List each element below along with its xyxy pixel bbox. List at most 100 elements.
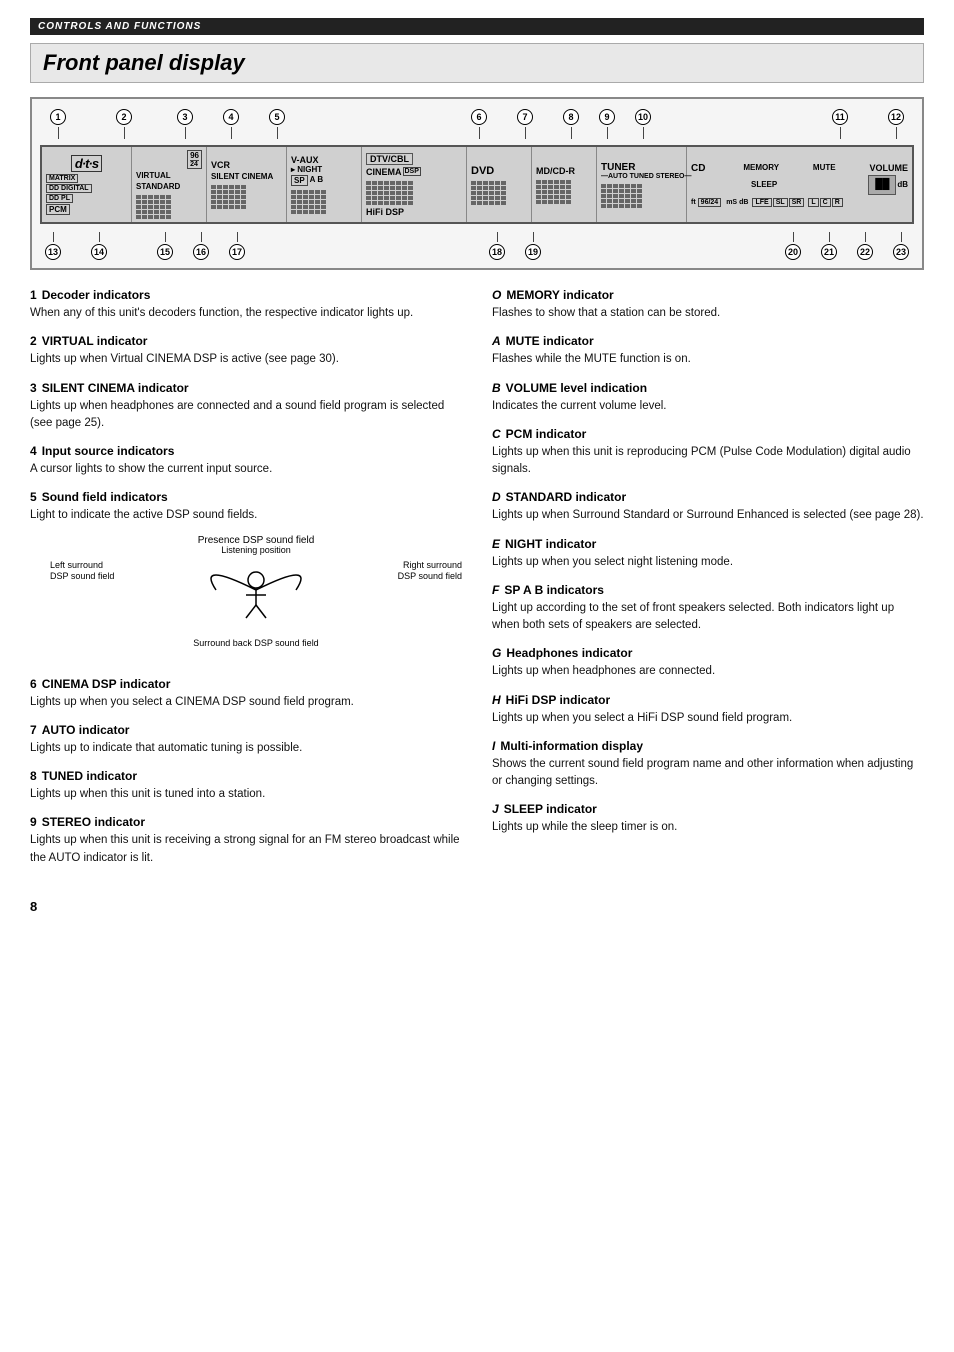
section-I: I Multi-information display Shows the cu… (492, 739, 924, 791)
section-E: E NIGHT indicator Lights up when you sel… (492, 537, 924, 571)
section-G-heading: Headphones indicator (506, 646, 632, 660)
callout-11: 11 (832, 109, 848, 125)
top-bar-label: CONTROLS AND FUNCTIONS (38, 21, 201, 32)
page-number-area: 8 (30, 899, 924, 914)
section-7-text: Lights up to indicate that automatic tun… (30, 740, 462, 757)
section-6-heading: CINEMA DSP indicator (42, 677, 171, 691)
callout-4: 4 (223, 109, 239, 125)
callout-22: 22 (857, 244, 873, 260)
section-O-text: Flashes to show that a station can be st… (492, 305, 924, 322)
callout-14: 14 (91, 244, 107, 260)
section-C-heading: PCM indicator (506, 427, 587, 441)
section-D: D STANDARD indicator Lights up when Surr… (492, 490, 924, 524)
callout-1: 1 (50, 109, 66, 125)
section-5: 5 Sound field indicators Light to indica… (30, 490, 462, 664)
left-column: 1 Decoder indicators When any of this un… (30, 288, 462, 879)
section-5-text: Light to indicate the active DSP sound f… (30, 507, 462, 524)
section-7-heading: AUTO indicator (42, 723, 130, 737)
section-1-heading: Decoder indicators (42, 288, 151, 302)
listening-label: Listening position (221, 545, 291, 555)
section-4: 4 Input source indicators A cursor light… (30, 444, 462, 478)
section-F-heading: SP A B indicators (504, 583, 604, 597)
callout-23: 23 (893, 244, 909, 260)
section-I-text: Shows the current sound field program na… (492, 756, 924, 791)
lcd-panel: d·t·s MATRIX DD DIGITAL DD PL PCM (40, 145, 914, 224)
callout-9: 9 (599, 109, 615, 125)
callout-17: 17 (229, 244, 245, 260)
section-F-text: Light up according to the set of front s… (492, 600, 924, 635)
callout-16: 16 (193, 244, 209, 260)
section-2-text: Lights up when Virtual CINEMA DSP is act… (30, 351, 462, 368)
dsp-diagram: Presence DSP sound field (50, 535, 462, 665)
callout-20: 20 (785, 244, 801, 260)
callout-10: 10 (635, 109, 651, 125)
callout-8: 8 (563, 109, 579, 125)
section-1: 1 Decoder indicators When any of this un… (30, 288, 462, 322)
section-3-heading: SILENT CINEMA indicator (42, 381, 189, 395)
description-columns: 1 Decoder indicators When any of this un… (30, 288, 924, 879)
section-3-text: Lights up when headphones are connected … (30, 398, 462, 433)
callout-7: 7 (517, 109, 533, 125)
callout-18: 18 (489, 244, 505, 260)
right-surround-label: Right surroundDSP sound field (398, 560, 462, 583)
section-2: 2 VIRTUAL indicator Lights up when Virtu… (30, 334, 462, 368)
section-B-text: Indicates the current volume level. (492, 398, 924, 415)
section-8-text: Lights up when this unit is tuned into a… (30, 786, 462, 803)
surround-back-label: Surround back DSP sound field (50, 638, 462, 648)
display-diagram: 1 2 3 4 5 (30, 97, 924, 270)
section-H: H HiFi DSP indicator Lights up when you … (492, 693, 924, 727)
section-8-heading: TUNED indicator (42, 769, 137, 783)
section-9-heading: STEREO indicator (42, 815, 145, 829)
callout-13: 13 (45, 244, 61, 260)
listener-svg (166, 550, 346, 630)
page-number: 8 (30, 899, 37, 914)
section-I-heading: Multi-information display (500, 739, 643, 753)
section-G: G Headphones indicator Lights up when he… (492, 646, 924, 680)
section-J: J SLEEP indicator Lights up while the sl… (492, 802, 924, 836)
callout-5: 5 (269, 109, 285, 125)
section-C-text: Lights up when this unit is reproducing … (492, 444, 924, 479)
section-J-heading: SLEEP indicator (504, 802, 597, 816)
section-1-text: When any of this unit's decoders functio… (30, 305, 462, 322)
right-column: O MEMORY indicator Flashes to show that … (492, 288, 924, 879)
section-O-heading: MEMORY indicator (506, 288, 613, 302)
section-8: 8 TUNED indicator Lights up when this un… (30, 769, 462, 803)
section-5-heading: Sound field indicators (42, 490, 168, 504)
section-A-text: Flashes while the MUTE function is on. (492, 351, 924, 368)
section-9: 9 STEREO indicator Lights up when this u… (30, 815, 462, 867)
left-surround-label: Left surroundDSP sound field (50, 560, 114, 583)
section-2-heading: VIRTUAL indicator (42, 334, 148, 348)
page-title: Front panel display (43, 50, 245, 75)
section-G-text: Lights up when headphones are connected. (492, 663, 924, 680)
section-4-text: A cursor lights to show the current inpu… (30, 461, 462, 478)
controls-functions-bar: CONTROLS AND FUNCTIONS (30, 18, 924, 35)
callout-6: 6 (471, 109, 487, 125)
section-A: A MUTE indicator Flashes while the MUTE … (492, 334, 924, 368)
section-H-text: Lights up when you select a HiFi DSP sou… (492, 710, 924, 727)
section-6-text: Lights up when you select a CINEMA DSP s… (30, 694, 462, 711)
callout-3: 3 (177, 109, 193, 125)
section-F: F SP A B indicators Light up according t… (492, 583, 924, 635)
section-J-text: Lights up while the sleep timer is on. (492, 819, 924, 836)
callout-2: 2 (116, 109, 132, 125)
section-A-heading: MUTE indicator (506, 334, 594, 348)
callout-21: 21 (821, 244, 837, 260)
section-D-text: Lights up when Surround Standard or Surr… (492, 507, 924, 524)
section-H-heading: HiFi DSP indicator (506, 693, 610, 707)
page-title-box: Front panel display (30, 43, 924, 83)
section-B-heading: VOLUME level indication (506, 381, 647, 395)
section-E-text: Lights up when you select night listenin… (492, 554, 924, 571)
section-9-text: Lights up when this unit is receiving a … (30, 832, 462, 867)
callout-19: 19 (525, 244, 541, 260)
section-B: B VOLUME level indication Indicates the … (492, 381, 924, 415)
section-4-heading: Input source indicators (42, 444, 175, 458)
section-D-heading: STANDARD indicator (506, 490, 626, 504)
section-E-heading: NIGHT indicator (505, 537, 596, 551)
section-C: C PCM indicator Lights up when this unit… (492, 427, 924, 479)
callout-12: 12 (888, 109, 904, 125)
section-7: 7 AUTO indicator Lights up to indicate t… (30, 723, 462, 757)
section-O: O MEMORY indicator Flashes to show that … (492, 288, 924, 322)
section-6: 6 CINEMA DSP indicator Lights up when yo… (30, 677, 462, 711)
section-3: 3 SILENT CINEMA indicator Lights up when… (30, 381, 462, 433)
callout-15: 15 (157, 244, 173, 260)
